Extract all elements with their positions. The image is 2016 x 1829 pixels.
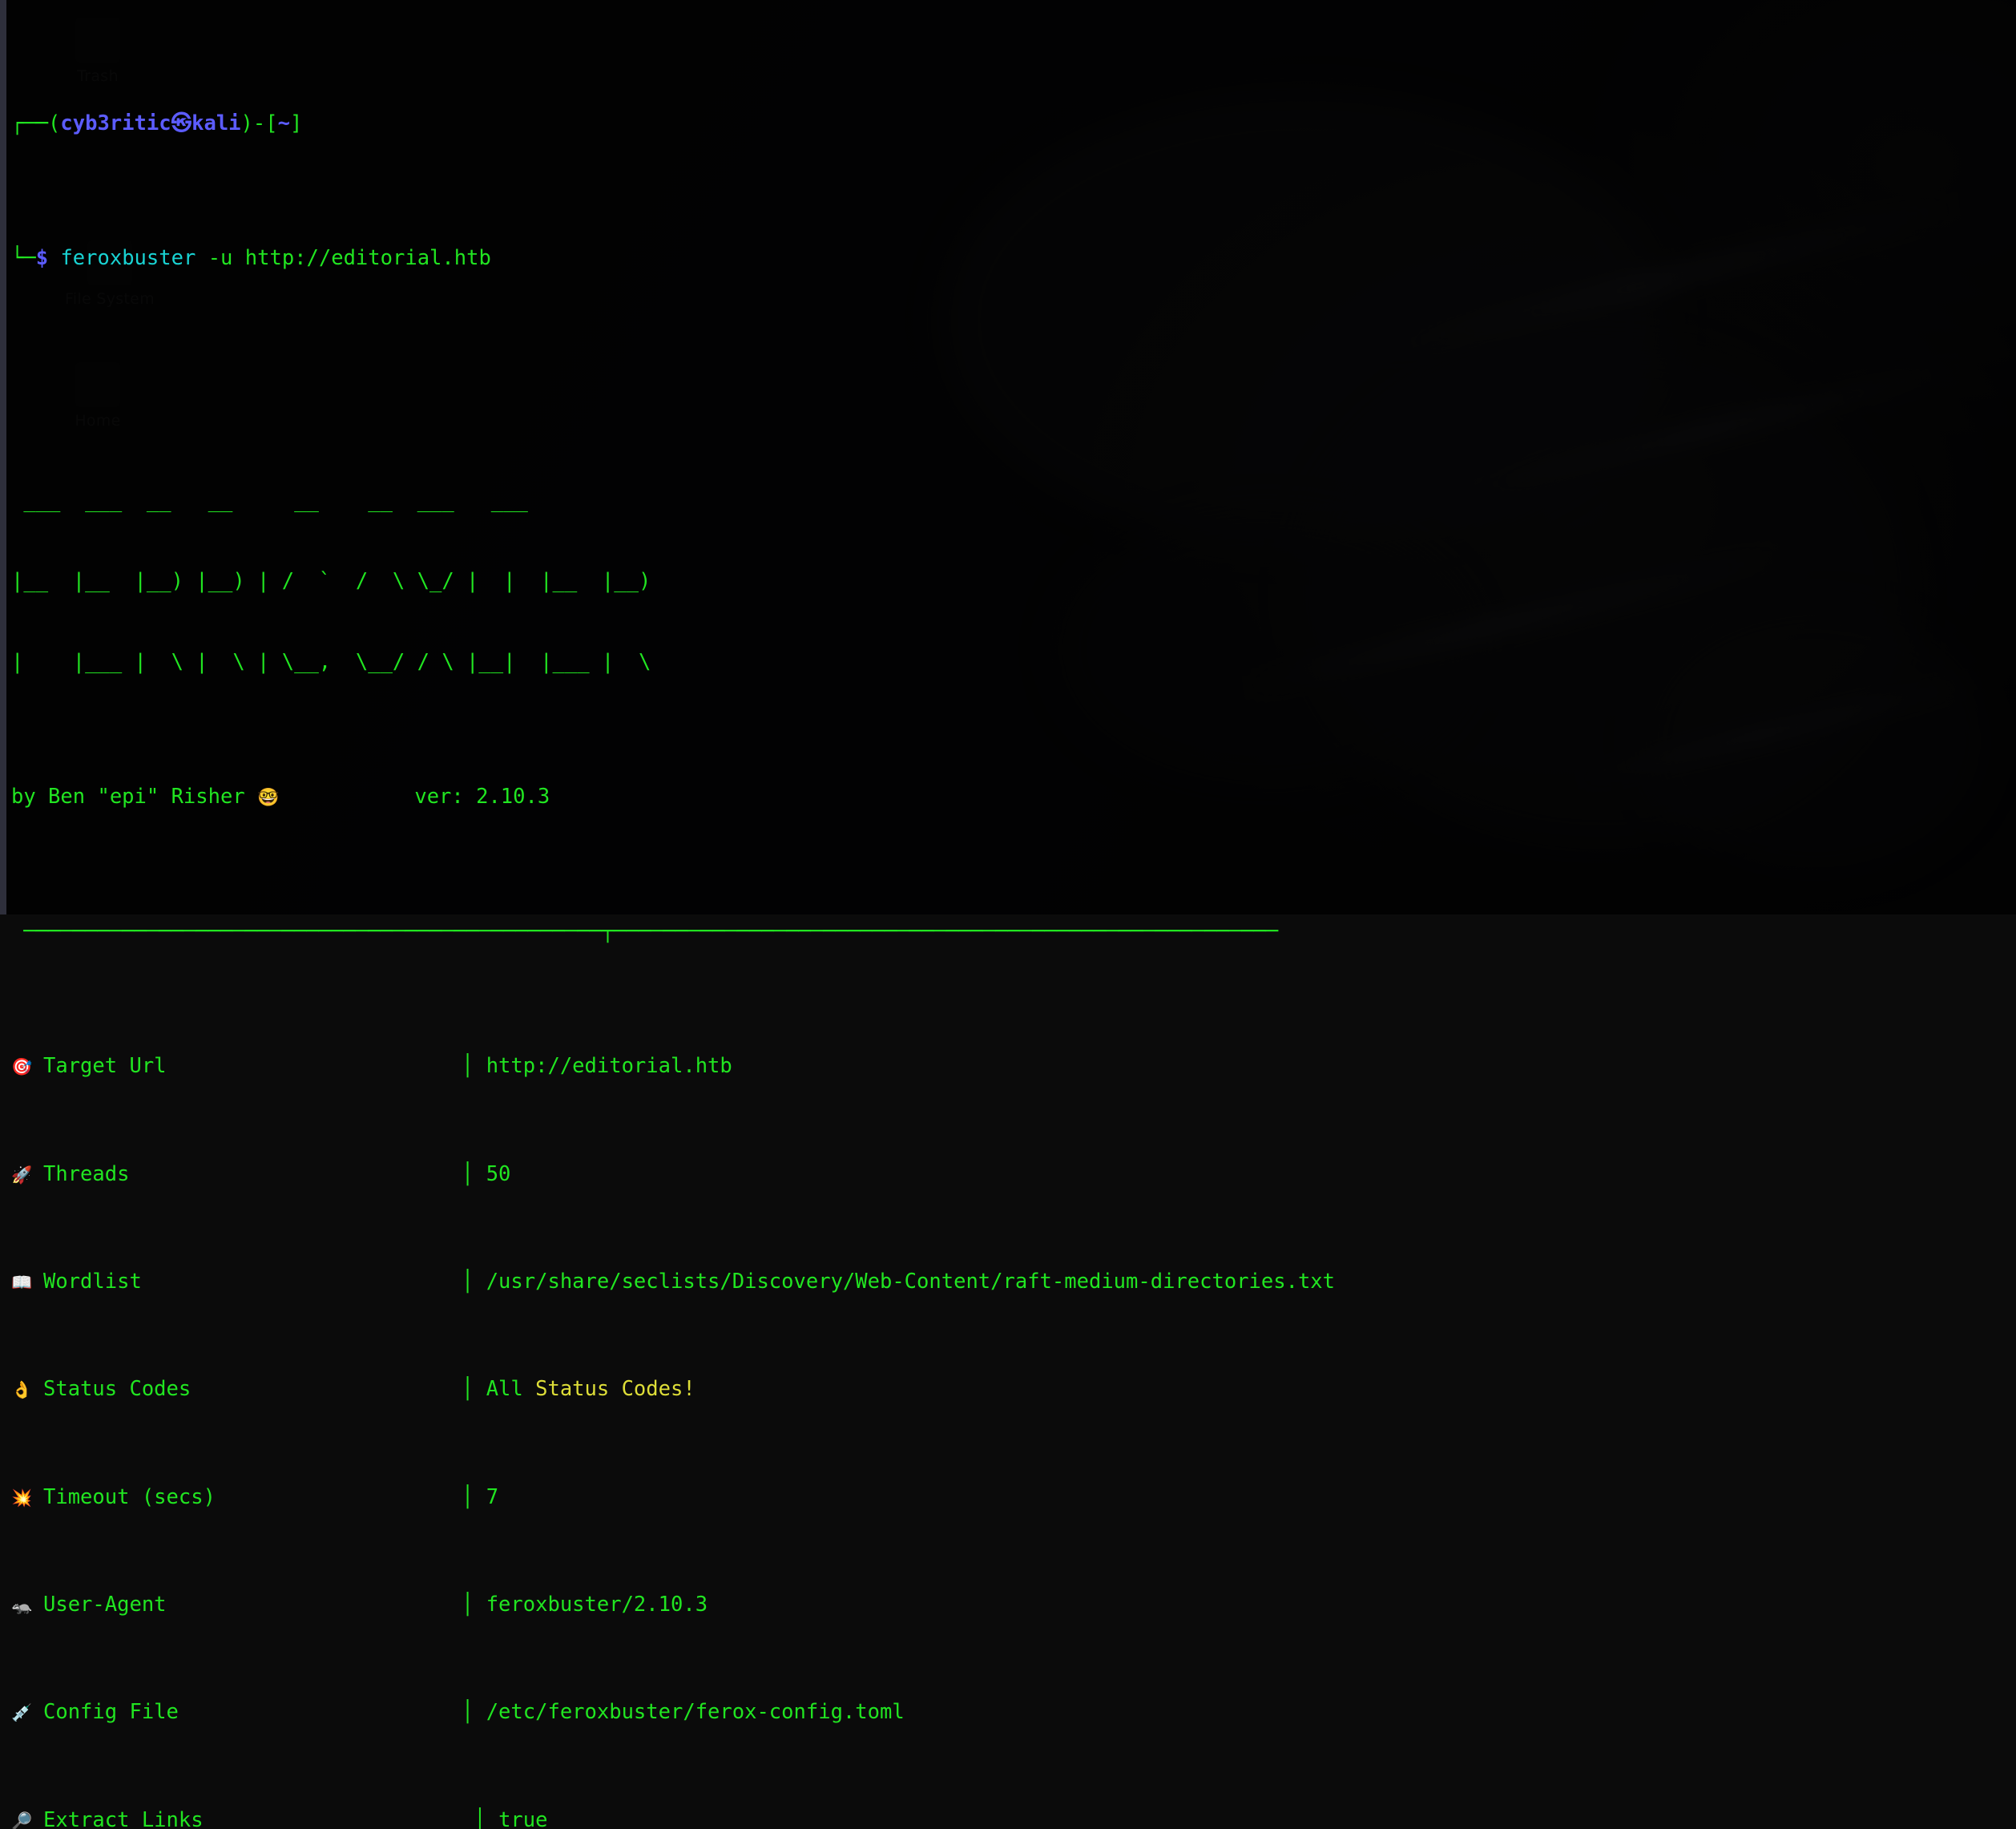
prompt-bracket: ┌──( xyxy=(11,111,60,135)
config-value: 50 xyxy=(486,1162,511,1186)
config-value: 7 xyxy=(486,1485,498,1509)
config-value: true xyxy=(498,1808,547,1829)
ok-hand-icon: 👌 xyxy=(11,1377,43,1404)
prompt-separator: )-[ xyxy=(241,111,278,135)
config-label: Extract Links xyxy=(43,1808,204,1829)
kali-logo-icon: ㉿ xyxy=(171,111,192,135)
config-row-wordlist: 📖Wordlist │ /usr/share/seclists/Discover… xyxy=(11,1269,2016,1296)
config-pad: │ xyxy=(142,1270,486,1294)
command-flag: -u xyxy=(208,246,233,270)
prompt-user: cyb3ritic xyxy=(60,111,171,135)
target-icon: 🎯 xyxy=(11,1054,43,1081)
config-row-target-url: 🎯Target Url │ http://editorial.htb xyxy=(11,1053,2016,1080)
prompt-path: ~ xyxy=(278,111,290,135)
config-value: /usr/share/seclists/Discovery/Web-Conten… xyxy=(486,1270,1335,1294)
config-label: Target Url xyxy=(43,1054,167,1078)
banner-art-line-1: ___ ___ __ __ __ __ ___ ___ xyxy=(11,488,2016,515)
desktop-dock[interactable] xyxy=(0,0,6,914)
open-book-icon: 📖 xyxy=(11,1270,43,1297)
config-row-user-agent: 🦡User-Agent │ feroxbuster/2.10.3 xyxy=(11,1592,2016,1619)
collision-icon: 💥 xyxy=(11,1485,43,1512)
banner-art-line-3: | |___ | \ | \ | \__, \__/ / \ |__| |___… xyxy=(11,649,2016,676)
badger-icon: 🦡 xyxy=(11,1593,43,1620)
config-label: User-Agent xyxy=(43,1593,167,1617)
config-row-threads: 🚀Threads │ 50 xyxy=(11,1161,2016,1189)
config-table-top-divider: ────────────────────────────────────────… xyxy=(11,919,2016,946)
config-pad: │ xyxy=(167,1593,486,1617)
shell-prompt-line-2: └─$ feroxbuster -u http://editorial.htb xyxy=(11,245,2016,273)
prompt-corner: └─ xyxy=(11,246,36,270)
config-row-timeout: 💥Timeout (secs) │ 7 xyxy=(11,1484,2016,1512)
config-value-rest: Status Codes! xyxy=(523,1377,696,1401)
banner-author-line: by Ben "epi" Risher 🤓 ver: 2.10.3 xyxy=(11,784,2016,811)
config-value: http://editorial.htb xyxy=(486,1054,732,1078)
config-pad: │ xyxy=(191,1377,486,1401)
blank-line xyxy=(11,353,2016,381)
prompt-host: kali xyxy=(192,111,240,135)
config-label: Config File xyxy=(43,1700,179,1724)
rocket-icon: 🚀 xyxy=(11,1162,43,1189)
config-value: feroxbuster/2.10.3 xyxy=(486,1593,708,1617)
terminal-window[interactable]: ┌──(cyb3ritic㉿kali)-[~] └─$ feroxbuster … xyxy=(6,0,2016,914)
banner-version: ver: 2.10.3 xyxy=(414,785,550,809)
magnifier-icon: 🔎 xyxy=(11,1808,43,1829)
config-pad: │ xyxy=(179,1700,486,1724)
config-label: Timeout (secs) xyxy=(43,1485,216,1509)
shell-prompt-line-1: ┌──(cyb3ritic㉿kali)-[~] xyxy=(11,111,2016,138)
config-label: Threads xyxy=(43,1162,129,1186)
command-argument: http://editorial.htb xyxy=(245,246,491,270)
nerd-face-icon: 🤓 xyxy=(257,788,279,808)
config-pad: │ xyxy=(216,1485,486,1509)
config-row-extract-links: 🔎Extract Links │ true xyxy=(11,1807,2016,1829)
command-name: feroxbuster xyxy=(60,246,196,270)
config-label: Status Codes xyxy=(43,1377,191,1401)
config-value: /etc/feroxbuster/ferox-config.toml xyxy=(486,1700,905,1724)
prompt-dollar: $ xyxy=(36,246,48,270)
config-pad: │ xyxy=(204,1808,498,1829)
syringe-icon: 💉 xyxy=(11,1700,43,1727)
config-row-status-codes: 👌Status Codes │ All Status Codes! xyxy=(11,1376,2016,1403)
config-pad: │ xyxy=(129,1162,486,1186)
banner-author: by Ben "epi" Risher xyxy=(11,785,257,809)
config-row-config-file: 💉Config File │ /etc/feroxbuster/ferox-co… xyxy=(11,1699,2016,1726)
config-label: Wordlist xyxy=(43,1270,142,1294)
config-pad: │ xyxy=(167,1054,486,1078)
config-value-all: All xyxy=(486,1377,523,1401)
prompt-bracket-close: ] xyxy=(290,111,302,135)
banner-art-line-2: |__ |__ |__) |__) | / ` / \ \_/ | | |__ … xyxy=(11,568,2016,596)
